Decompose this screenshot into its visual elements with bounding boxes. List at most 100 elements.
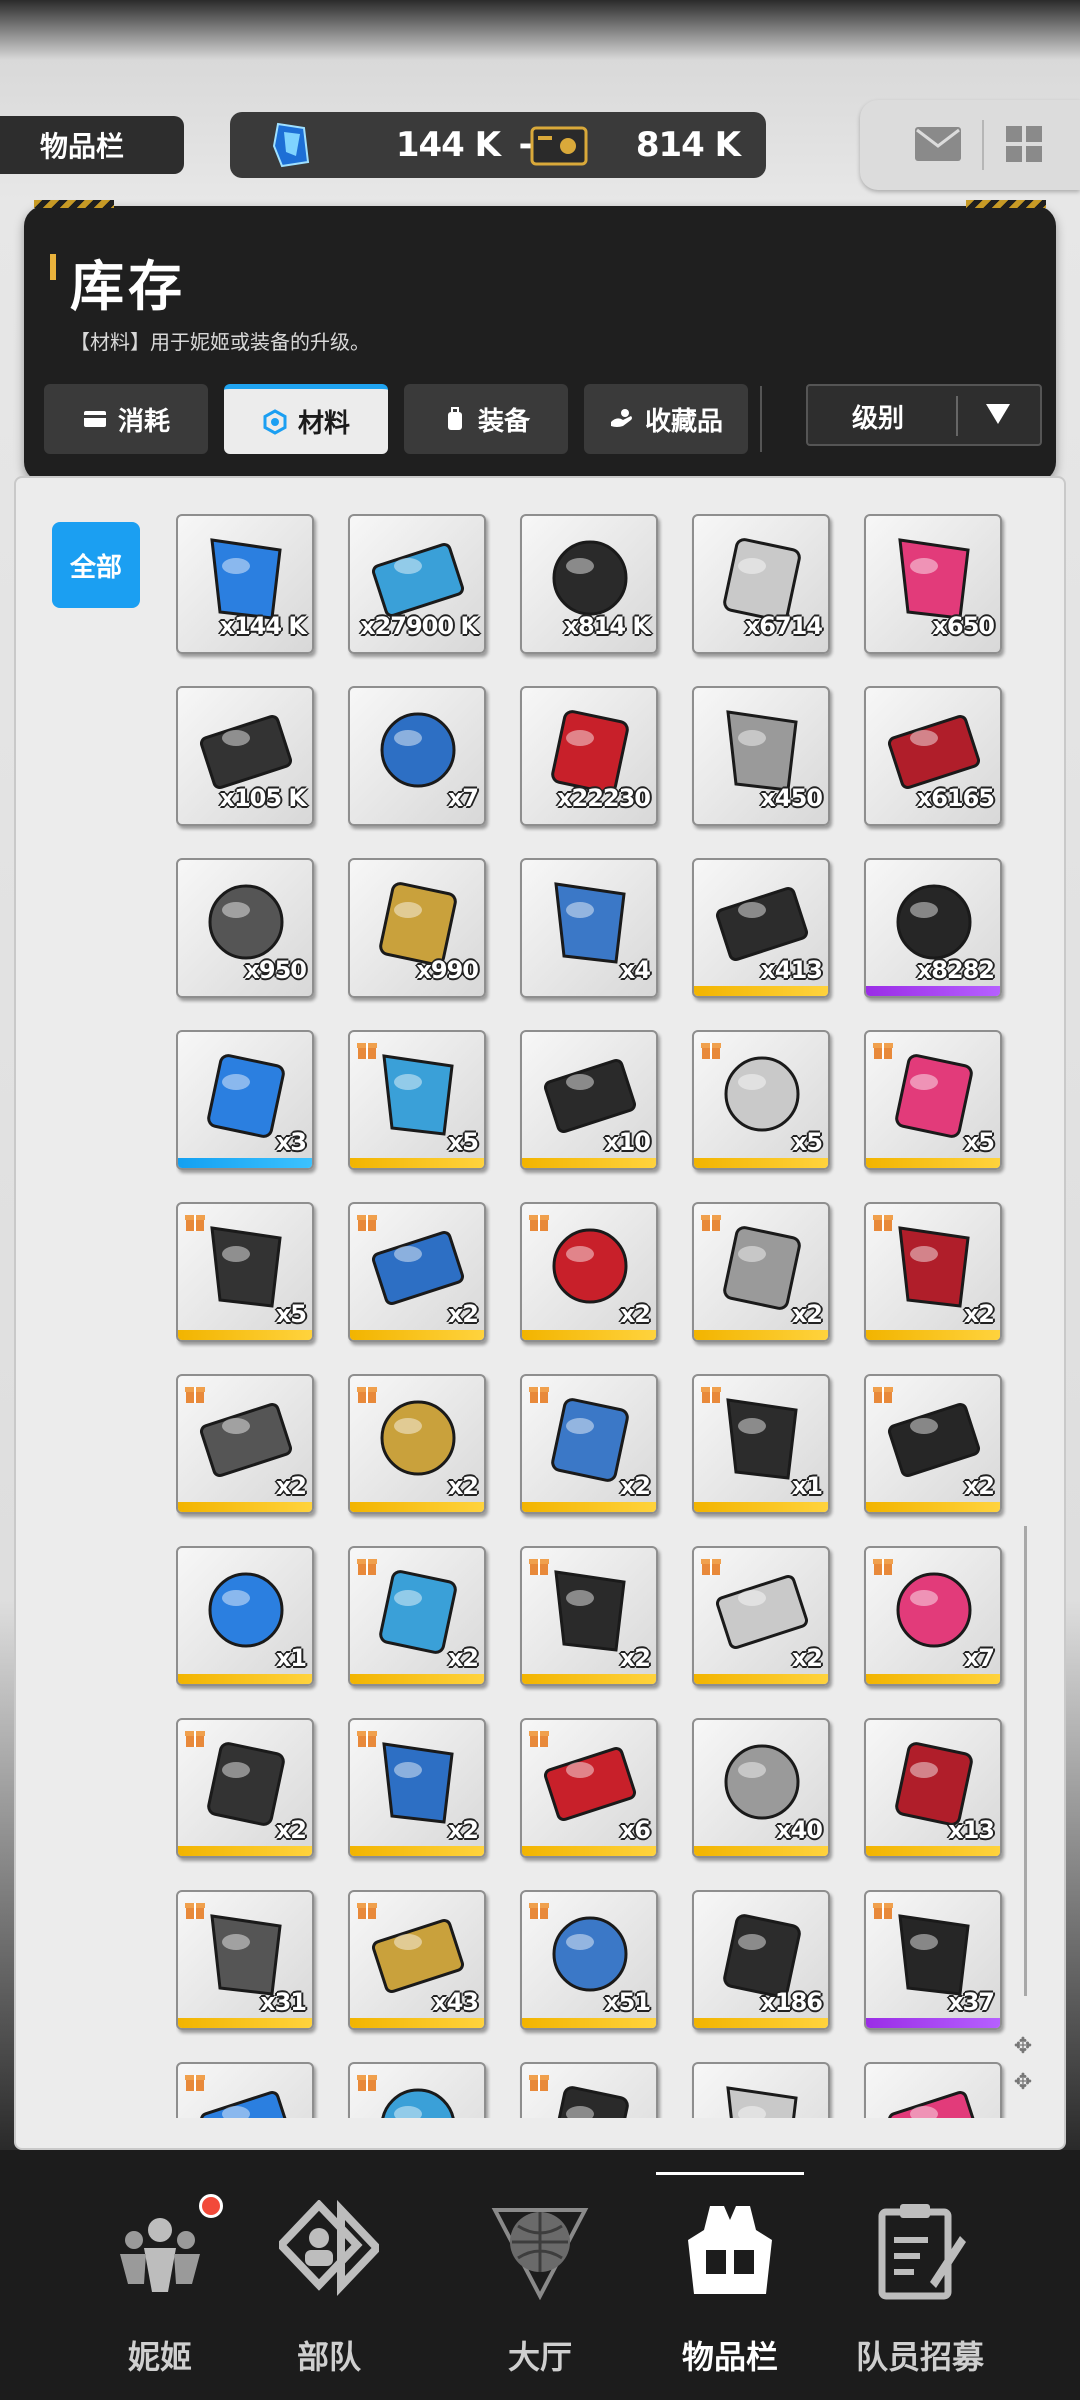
inventory-item[interactable]: x2 [692, 1202, 830, 1342]
inventory-item[interactable]: x2 [864, 1374, 1002, 1514]
inventory-item[interactable]: x5 [348, 1030, 486, 1170]
inventory-item[interactable] [692, 2062, 830, 2118]
inventory-item[interactable]: x950 [176, 858, 314, 998]
inventory-item[interactable]: x27900 K [348, 514, 486, 654]
inventory-item[interactable]: x2 [348, 1718, 486, 1858]
nav-nikke[interactable]: 妮姬 [75, 2190, 245, 2390]
item-quantity: x2 [275, 1472, 307, 1500]
item-quantity: x6 [619, 1816, 651, 1844]
gift-icon [873, 1215, 893, 1231]
inventory-item[interactable]: x144 K [176, 514, 314, 654]
inventory-item[interactable]: x2 [176, 1374, 314, 1514]
inventory-item[interactable]: x13 [864, 1718, 1002, 1858]
scrollbar[interactable] [1024, 1526, 1027, 1996]
inventory-item[interactable]: x2 [176, 1718, 314, 1858]
inventory-item[interactable]: x3 [176, 1030, 314, 1170]
gift-icon [357, 1559, 377, 1575]
inventory-item[interactable]: x51 [520, 1890, 658, 2030]
inventory-item[interactable] [348, 2062, 486, 2118]
item-quantity: x51 [604, 1988, 651, 2016]
inventory-item[interactable]: x6 [520, 1718, 658, 1858]
gift-icon [357, 1903, 377, 1919]
sort-dropdown[interactable]: 级别 [806, 384, 1042, 446]
inventory-item[interactable]: x1 [176, 1546, 314, 1686]
page-title: 库存 [70, 255, 186, 318]
nav-squad[interactable]: 部队 [244, 2190, 414, 2390]
inventory-item[interactable]: x6714 [692, 514, 830, 654]
inventory-item[interactable]: x31 [176, 1890, 314, 2030]
scroll-up-icon[interactable]: ✥ [1012, 2036, 1034, 2058]
item-quantity: x7 [963, 1644, 995, 1672]
gift-icon [357, 1043, 377, 1059]
inventory-item[interactable]: x413 [692, 858, 830, 998]
inventory-item[interactable]: x40 [692, 1718, 830, 1858]
inventory-item[interactable] [176, 2062, 314, 2118]
inventory-item[interactable]: x2 [864, 1202, 1002, 1342]
gift-icon [185, 1215, 205, 1231]
inventory-item[interactable]: x43 [348, 1890, 486, 2030]
inventory-item[interactable]: x2 [348, 1202, 486, 1342]
inventory-item[interactable]: x105 K [176, 686, 314, 826]
gift-icon [701, 1559, 721, 1575]
inventory-item[interactable]: x7 [864, 1546, 1002, 1686]
inventory-item[interactable]: x22230 [520, 686, 658, 826]
inventory-item[interactable]: x8282 [864, 858, 1002, 998]
scroll-down-icon[interactable]: ✥ [1012, 2072, 1034, 2094]
tabs-divider [760, 386, 762, 452]
inventory-item[interactable]: x4 [520, 858, 658, 998]
lobby-dome-icon [491, 2208, 589, 2300]
item-quantity: x186 [760, 1988, 823, 2016]
hazard-stripe-decoration [34, 200, 114, 208]
item-quantity: x1 [791, 1472, 823, 1500]
inventory-item[interactable]: x2 [520, 1374, 658, 1514]
inventory-item[interactable]: x990 [348, 858, 486, 998]
gift-icon [529, 1559, 549, 1575]
inventory-item[interactable]: x2 [520, 1546, 658, 1686]
item-quantity: x2 [447, 1816, 479, 1844]
gift-icon [529, 1731, 549, 1747]
tab-materials[interactable]: 材料 [224, 384, 388, 454]
inventory-item[interactable]: x37 [864, 1890, 1002, 2030]
grid-menu-icon[interactable] [1004, 124, 1044, 164]
inventory-item[interactable]: x814 K [520, 514, 658, 654]
inventory-item[interactable]: x7 [348, 686, 486, 826]
nav-recruit[interactable]: 队员招募 [835, 2190, 1005, 2390]
nav-lobby[interactable]: 大厅 [455, 2190, 625, 2390]
item-quantity: x7 [447, 784, 479, 812]
inventory-item[interactable]: x6165 [864, 686, 1002, 826]
tab-equipment[interactable]: 装备 [404, 384, 568, 454]
inventory-item[interactable] [864, 2062, 1002, 2118]
tab-consumables[interactable]: 消耗 [44, 384, 208, 454]
pink-ticket-icon [199, 2090, 293, 2118]
inventory-item[interactable] [520, 2062, 658, 2118]
inventory-item[interactable]: x5 [864, 1030, 1002, 1170]
item-quantity: x450 [760, 784, 823, 812]
item-quantity: x10 [604, 1128, 651, 1156]
peach-ticket-icon [551, 2086, 629, 2118]
inventory-item[interactable]: x186 [692, 1890, 830, 2030]
inventory-item[interactable]: x450 [692, 686, 830, 826]
credit-card-currency-icon [530, 126, 588, 166]
item-quantity: x5 [447, 1128, 479, 1156]
inventory-item[interactable]: x2 [348, 1546, 486, 1686]
currency-bar: 144 K + 814 K [230, 112, 766, 178]
mail-icon[interactable] [914, 126, 962, 162]
nav-inventory[interactable]: 物品栏 [645, 2190, 815, 2390]
inventory-item[interactable]: x5 [692, 1030, 830, 1170]
inventory-item[interactable]: x1 [692, 1374, 830, 1514]
filter-all-button[interactable]: 全部 [52, 522, 140, 608]
title-accent-mark [50, 254, 56, 280]
nav-label: 队员招募 [855, 2338, 984, 2376]
inventory-item[interactable]: x2 [520, 1202, 658, 1342]
bottom-navigation: 妮姬 部队 大厅 物品栏 队员招募 [0, 2150, 1080, 2400]
inventory-item[interactable]: x5 [176, 1202, 314, 1342]
gift-icon [701, 1043, 721, 1059]
tab-collectibles[interactable]: 收藏品 [584, 384, 748, 454]
inventory-item[interactable]: x2 [348, 1374, 486, 1514]
credit-count: 814 K [635, 125, 741, 165]
inventory-item[interactable]: x2 [692, 1546, 830, 1686]
day-pass-card-icon [381, 2088, 455, 2118]
inventory-item[interactable]: x650 [864, 514, 1002, 654]
inventory-item[interactable]: x10 [520, 1030, 658, 1170]
menu-divider [982, 120, 984, 170]
